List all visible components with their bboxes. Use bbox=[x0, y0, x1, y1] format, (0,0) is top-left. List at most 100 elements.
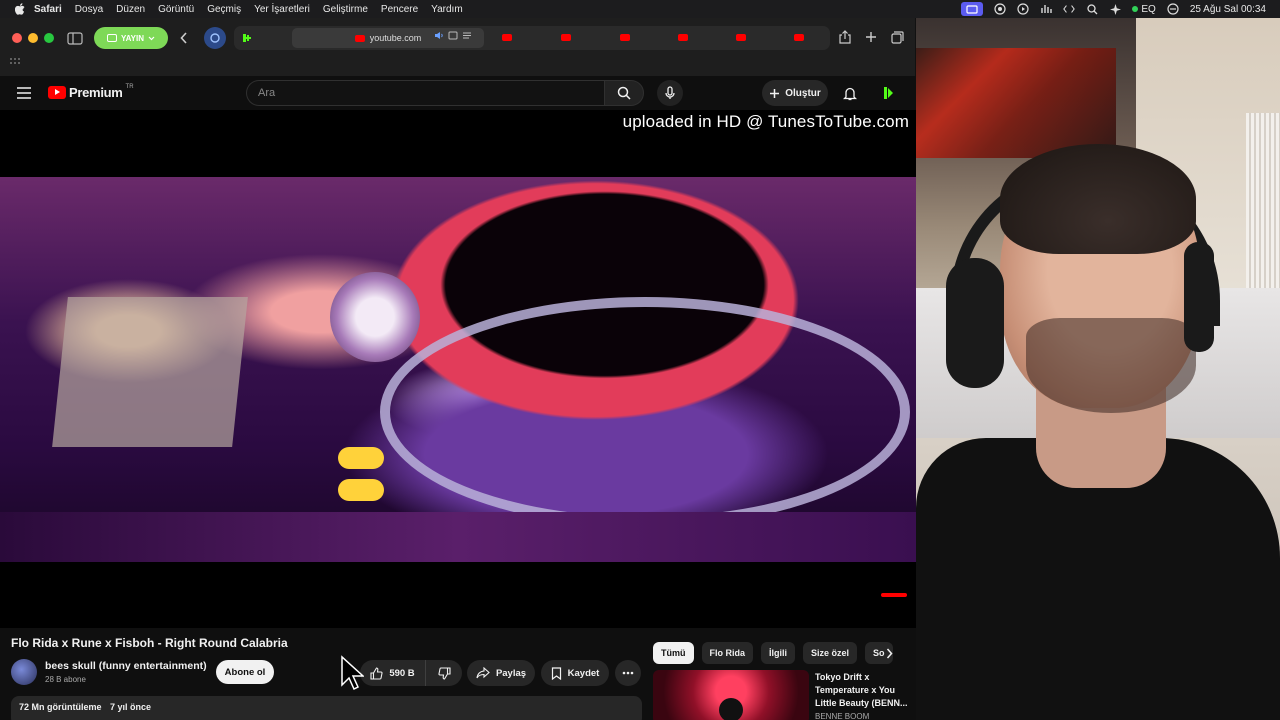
recommendation-channel: BENNE BOOM bbox=[815, 712, 870, 720]
tab-youtube-2[interactable] bbox=[502, 34, 512, 41]
close-window-button[interactable] bbox=[12, 33, 22, 43]
webcam-app-icon[interactable] bbox=[994, 3, 1006, 15]
recommendation-thumbnail[interactable] bbox=[653, 670, 809, 720]
chip-for-you[interactable]: Size özel bbox=[803, 642, 858, 664]
related-filter-chips: Tümü Flo Rida İlgili Size özel So bbox=[653, 642, 901, 664]
back-button[interactable] bbox=[173, 29, 195, 47]
safari-toolbar: YAYIN youtube.com bbox=[0, 18, 916, 76]
country-code: TR bbox=[125, 83, 134, 90]
sidebar-toggle-button[interactable] bbox=[64, 29, 86, 47]
video-frame-dj-headphones bbox=[0, 177, 916, 562]
like-count: 590 B bbox=[389, 667, 415, 679]
channel-avatar[interactable] bbox=[11, 659, 37, 685]
save-video-button[interactable]: Kaydet bbox=[541, 660, 609, 686]
apple-icon[interactable] bbox=[14, 3, 26, 15]
eq-indicator[interactable]: EQ bbox=[1132, 4, 1156, 15]
eq-status-dot-icon bbox=[1132, 6, 1139, 12]
bell-icon bbox=[843, 87, 857, 100]
dislike-button[interactable] bbox=[426, 660, 462, 686]
like-dislike-group: 590 B bbox=[360, 660, 462, 686]
minimize-window-button[interactable] bbox=[28, 33, 38, 43]
controller-icon[interactable] bbox=[1040, 3, 1053, 15]
subscribe-button[interactable]: Abone ol bbox=[216, 660, 274, 684]
window-controls bbox=[12, 33, 54, 43]
menu-goruntu[interactable]: Görüntü bbox=[158, 4, 194, 15]
frame-mixer-strip bbox=[0, 512, 916, 562]
menu-yardim[interactable]: Yardım bbox=[431, 4, 463, 15]
logo-text: Premium bbox=[69, 85, 123, 100]
menu-gecmis[interactable]: Geçmiş bbox=[207, 4, 241, 15]
search-input[interactable]: Ara bbox=[246, 80, 604, 106]
reader-icon bbox=[463, 32, 471, 39]
menu-gelistirme[interactable]: Geliştirme bbox=[323, 4, 368, 15]
frame-headphone-hinge bbox=[330, 272, 420, 362]
frame-yellow-button-2 bbox=[338, 479, 384, 501]
menu-app-safari[interactable]: Safari bbox=[34, 4, 62, 15]
sparkle-icon[interactable] bbox=[1109, 3, 1121, 15]
more-actions-button[interactable] bbox=[615, 660, 641, 686]
youtube-favicon-icon bbox=[354, 34, 365, 42]
plus-icon bbox=[866, 32, 876, 42]
tab-youtube-6[interactable] bbox=[736, 34, 746, 41]
youtube-premium-logo[interactable]: Premium TR bbox=[48, 83, 134, 100]
chips-next-button[interactable] bbox=[881, 644, 897, 662]
menu-bar-clock[interactable]: 25 Ağu Sal 00:34 bbox=[1190, 4, 1266, 15]
tab-overview-button[interactable] bbox=[889, 29, 905, 45]
new-tab-button[interactable] bbox=[863, 29, 879, 45]
tab-youtube-3[interactable] bbox=[561, 34, 571, 41]
control-center-icon[interactable] bbox=[1167, 3, 1179, 15]
share-video-button[interactable]: Paylaş bbox=[467, 660, 535, 686]
thumbs-down-icon bbox=[437, 666, 451, 680]
recommendation-title[interactable]: Tokyo Drift x Temperature x You Little B… bbox=[815, 671, 911, 710]
share-button[interactable] bbox=[837, 29, 853, 45]
favorites-grip-icon[interactable] bbox=[10, 58, 20, 64]
profile-switcher[interactable]: YAYIN bbox=[94, 27, 168, 49]
video-player[interactable]: uploaded in HD @ TunesToTube.com bbox=[0, 110, 916, 628]
video-progress-indicator[interactable] bbox=[881, 593, 907, 597]
create-button[interactable]: Oluştur bbox=[762, 80, 828, 106]
save-label: Kaydet bbox=[567, 667, 600, 679]
menu-yer-isaretleri[interactable]: Yer İşaretleri bbox=[254, 4, 310, 15]
address-bar-url[interactable]: youtube.com bbox=[370, 33, 422, 43]
chevron-down-icon bbox=[148, 36, 155, 40]
account-avatar[interactable] bbox=[878, 83, 898, 103]
webcam-person-hair bbox=[1000, 144, 1196, 254]
video-title: Flo Rida x Rune x Fisboh - Right Round C… bbox=[11, 636, 288, 650]
webcam-radiator bbox=[1246, 113, 1280, 293]
view-count: 72 Mn görüntüleme bbox=[19, 702, 102, 712]
tab-kick[interactable] bbox=[242, 31, 282, 45]
frame-turntable bbox=[380, 297, 910, 527]
subscriber-count: 28 B abone bbox=[45, 675, 86, 684]
tab-youtube-5[interactable] bbox=[678, 34, 688, 41]
kick-icon bbox=[243, 34, 251, 42]
menu-dosya[interactable]: Dosya bbox=[75, 4, 103, 15]
chip-flo-rida[interactable]: Flo Rida bbox=[701, 642, 753, 664]
account-avatar-icon bbox=[884, 87, 893, 99]
tab-youtube-4[interactable] bbox=[620, 34, 630, 41]
extension-button[interactable] bbox=[204, 27, 226, 49]
zoom-window-button[interactable] bbox=[44, 33, 54, 43]
chip-related[interactable]: İlgili bbox=[761, 642, 795, 664]
search-button[interactable] bbox=[604, 80, 644, 106]
code-icon[interactable] bbox=[1063, 3, 1076, 15]
voice-search-button[interactable] bbox=[657, 80, 683, 106]
menu-duzen[interactable]: Düzen bbox=[116, 4, 145, 15]
menu-bar-status-area: EQ 25 Ağu Sal 00:34 bbox=[961, 0, 1266, 18]
description-box[interactable]: 72 Mn görüntüleme 7 yıl önce bbox=[11, 696, 642, 720]
channel-name[interactable]: bees skull (funny entertainment) bbox=[45, 660, 207, 672]
notifications-button[interactable] bbox=[840, 83, 860, 103]
chevron-left-icon bbox=[180, 32, 187, 44]
menu-pencere[interactable]: Pencere bbox=[381, 4, 418, 15]
share-label: Paylaş bbox=[495, 667, 527, 679]
screen-share-icon[interactable] bbox=[961, 2, 984, 16]
tab-youtube-7[interactable] bbox=[794, 34, 804, 41]
play-circle-icon[interactable] bbox=[1017, 3, 1029, 15]
hamburger-menu-icon[interactable] bbox=[16, 86, 32, 100]
tab-audio-controls bbox=[434, 31, 472, 40]
mouse-pointer-icon bbox=[341, 655, 364, 691]
chip-all[interactable]: Tümü bbox=[653, 642, 694, 664]
search-icon[interactable] bbox=[1086, 3, 1098, 15]
macos-menu-bar: Safari Dosya Düzen Görüntü Geçmiş Yer İş… bbox=[0, 0, 1280, 18]
upload-age: 7 yıl önce bbox=[110, 702, 152, 712]
like-button[interactable]: 590 B bbox=[360, 660, 426, 686]
